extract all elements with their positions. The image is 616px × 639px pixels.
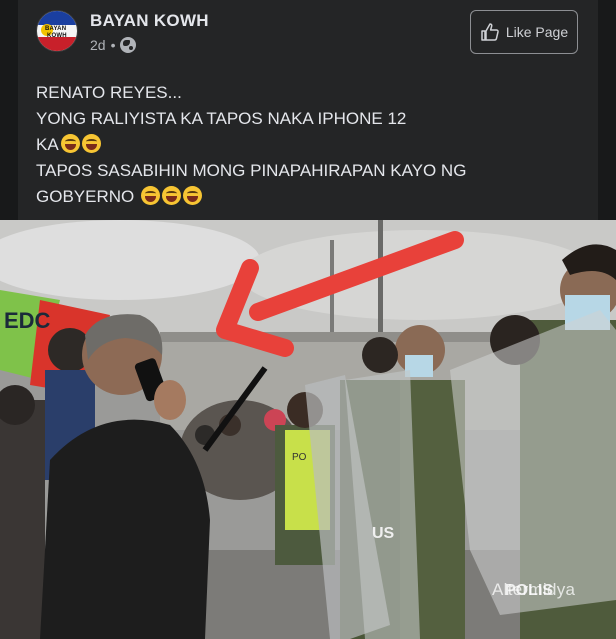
post-photo[interactable]: EDC PO US POLIS Altermidya [0,220,616,639]
like-page-button[interactable]: Like Page [470,10,578,54]
laughing-emoji-icon [161,186,181,205]
post-meta: 2d • [90,37,137,53]
laughing-emoji-icon [60,134,80,153]
post-line-3: KA [36,132,581,158]
meta-dot: • [110,37,116,53]
post-line-4: TAPOS SASABIHIN MONG PINAPAHIRAPAN KAYO … [36,161,467,180]
post-line-1: RENATO REYES... [36,83,182,102]
grinning-sweat-emoji-icon [140,186,160,205]
laughing-emoji-icon [182,186,202,205]
post-text: RENATO REYES... YONG RALIYISTA KA TAPOS … [36,80,581,210]
vest-text: PO [292,452,307,463]
page-name[interactable]: BAYAN KOWH [90,11,209,31]
grinning-sweat-emoji-icon [81,134,101,153]
thumbs-up-icon [481,23,499,41]
avatar-flag-red [37,37,77,51]
banner-text: EDC [4,308,51,333]
avatar-flag-blue [37,11,77,25]
globe-icon [120,37,137,53]
post-line-2: YONG RALIYISTA KA TAPOS NAKA IPHONE 12 [36,109,407,128]
post-line-5-text: GOBYERNO [36,187,135,206]
photo-watermark: Altermidya [492,580,576,599]
like-page-label: Like Page [505,24,569,40]
post-line-3-text: KA [36,135,59,154]
avatar-text-2: KOWH [47,33,67,39]
protest-photo-illustration: EDC PO US POLIS [0,220,616,639]
shield-text: US [372,525,395,542]
post-line-5: GOBYERNO [36,184,581,210]
avatar-text: BAYAN [45,26,67,32]
page-avatar[interactable]: BAYAN KOWH [36,10,78,52]
post-header: BAYAN KOWH BAYAN KOWH 2d • Like Page [18,0,598,70]
post-time[interactable]: 2d [90,37,106,53]
